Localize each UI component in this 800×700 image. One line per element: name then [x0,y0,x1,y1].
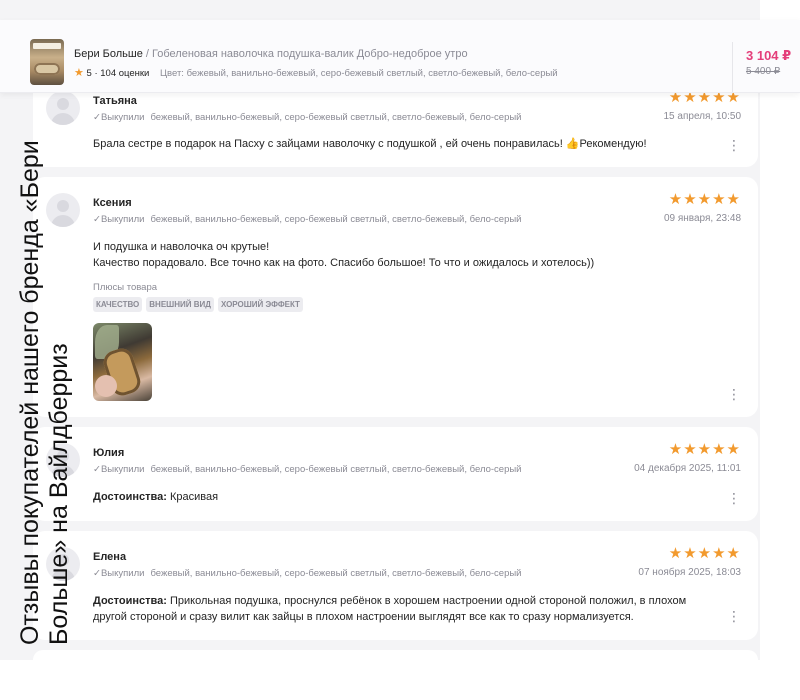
review-colors: бежевый, ванильно-бежевый, серо-бежевый … [150,568,522,579]
reviewer-name: Елена [93,551,127,563]
product-meta: ★ 5 · 104 оценки Цвет: бежевый, ванильно… [74,66,558,79]
review-colors: бежевый, ванильно-бежевый, серо-бежевый … [150,464,522,475]
check-icon: ✓ [93,464,101,475]
caption-line: Отзывы покупателей нашего бренда «Бери [16,140,44,645]
overlay-caption: Отзывы покупателей нашего бренда «Бери Б… [16,115,76,645]
current-price: 3 104 ₽ [746,48,792,63]
check-icon: ✓ [93,214,101,225]
review-colors: бежевый, ванильно-бежевый, серо-бежевый … [150,112,522,123]
advantages-text: Прикольная подушка, проснулся ребёнок в … [93,595,687,623]
review-colors: бежевый, ванильно-бежевый, серо-бежевый … [150,214,522,225]
caption-line: Больше» на Вайлдберриз [45,343,73,645]
more-options-icon[interactable]: ⋮ [727,609,741,623]
pros-tags: Качество Внешний вид Хороший эффект [93,297,303,312]
review-text: Достоинства: Прикольная подушка, проснул… [93,593,713,625]
brand-link[interactable]: Бери Больше [74,48,143,60]
purchase-info: ✓Выкупили бежевый, ванильно-бежевый, серо… [93,568,522,579]
check-icon: ✓ [93,568,101,579]
pros-tag: Внешний вид [146,297,214,312]
more-options-icon[interactable]: ⋮ [727,138,741,152]
rating-stars: ★★★★★ [668,441,741,458]
purchase-info: ✓Выкупили бежевый, ванильно-бежевый, серо… [93,214,522,225]
advantages-label: Достоинства: [93,595,167,607]
rating-star-icon: ★ [74,67,84,79]
purchase-info: ✓Выкупили бежевый, ванильно-бежевый, серо… [93,112,522,123]
rating-stars: ★★★★★ [668,191,741,208]
bottom-strip [0,660,800,700]
review-date: 04 декабря 2025, 11:01 [634,463,741,474]
reviewer-name: Юлия [93,447,125,459]
reviewer-name: Татьяна [93,95,137,107]
title-separator: / [142,48,153,60]
review-card-partial [33,650,758,660]
header-divider [732,42,733,92]
color-info: Цвет: бежевый, ванильно-бежевый, серо-бе… [160,68,558,79]
purchase-info: ✓Выкупили бежевый, ванильно-бежевый, серо… [93,464,522,475]
review-text: Брала сестре в подарок на Пасху с зайцам… [93,138,647,150]
more-options-icon[interactable]: ⋮ [727,387,741,401]
bought-label: Выкупили [100,464,145,475]
advantages-label: Достоинства: [93,491,167,503]
advantages-text: Красивая [166,491,219,503]
review-text-line: И подушка и наволочка оч крутые! [93,241,270,253]
old-price: 5 400 ₽ [746,66,781,77]
reviews-count[interactable]: 104 оценки [100,68,149,79]
bought-label: Выкупили [100,214,145,225]
review-text: Достоинства: Красивая [93,489,743,505]
reviewer-name: Ксения [93,197,132,209]
rating-stars: ★★★★★ [668,545,741,562]
review-card: Юлия ★★★★★ ✓Выкупили бежевый, ванильно-бе… [33,427,758,521]
review-date: 15 апреля, 10:50 [663,111,742,122]
review-card: Елена ★★★★★ ✓Выкупили бежевый, ванильно-б… [33,531,758,640]
more-options-icon[interactable]: ⋮ [727,491,741,505]
pros-label: Плюсы товара [93,282,158,293]
review-date: 07 ноября 2025, 18:03 [638,567,741,578]
review-date: 09 января, 23:48 [663,213,741,224]
review-text: И подушка и наволочка оч крутые! Качеств… [93,239,743,271]
product-thumbnail[interactable] [30,39,64,85]
pros-tag: Хороший эффект [217,297,303,312]
bought-label: Выкупили [100,568,145,579]
check-icon: ✓ [93,112,101,123]
review-photo[interactable] [93,323,152,401]
pros-tag: Качество [93,297,143,312]
review-card: Ксения ★★★★★ ✓Выкупили бежевый, ванильно-… [33,177,758,417]
bought-label: Выкупили [100,112,145,123]
product-header: Бери Больше / Гобеленовая наволочка поду… [0,20,800,93]
product-title[interactable]: Бери Больше / Гобеленовая наволочка поду… [74,48,468,60]
product-name[interactable]: Гобеленовая наволочка подушка-валик Добр… [152,48,468,60]
meta-dot: · [91,68,101,79]
review-text-line: Качество порадовало. Все точно как на фо… [93,257,595,269]
